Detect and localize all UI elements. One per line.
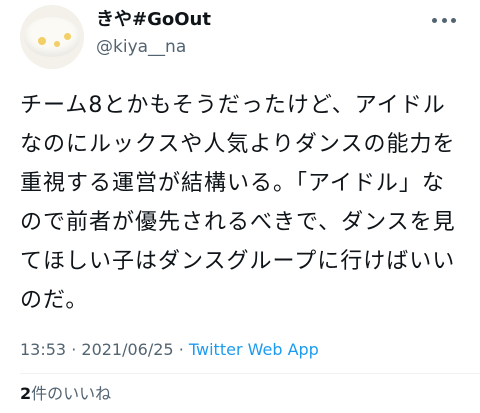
display-name[interactable]: きや#GoOut <box>96 9 211 31</box>
likes-label: 件のいいね <box>31 384 112 403</box>
avatar-image <box>24 17 80 57</box>
meta-separator: · <box>71 340 77 359</box>
likes-link[interactable]: 2件のいいね <box>20 384 111 404</box>
likes-count: 2 <box>20 384 32 403</box>
tweet-time[interactable]: 13:53 <box>20 340 66 359</box>
user-handle[interactable]: @kiya__na <box>96 36 186 58</box>
avatar-decoration <box>38 37 46 45</box>
divider <box>20 373 480 374</box>
avatar-decoration <box>54 41 60 47</box>
avatar-decoration <box>64 33 71 40</box>
tweet-text: チーム8とかもそうだったけど、アイドルなのにルックスや人気よりダンスの能力を重視… <box>20 93 456 313</box>
tweet-metadata: 13:53 · 2021/06/25 · Twitter Web App <box>20 340 319 360</box>
meta-separator: · <box>178 340 184 359</box>
tweet-source-link[interactable]: Twitter Web App <box>189 340 319 359</box>
avatar[interactable] <box>20 5 84 69</box>
tweet-date[interactable]: 2021/06/25 <box>81 340 173 359</box>
more-options-icon[interactable] <box>432 12 456 28</box>
